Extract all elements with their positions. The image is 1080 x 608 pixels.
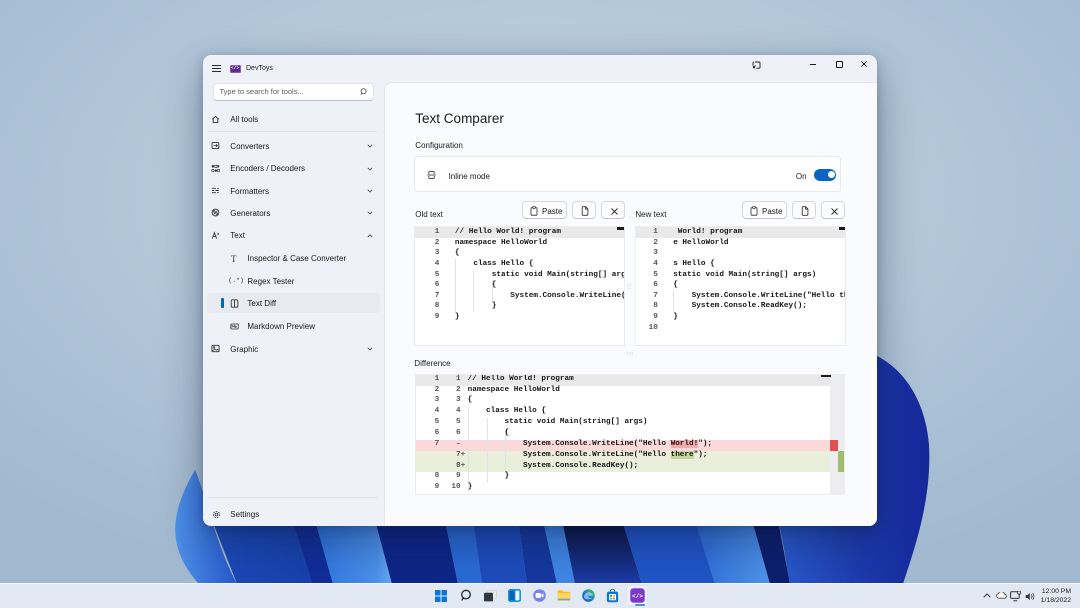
svg-text:</>: </>: [632, 593, 643, 600]
